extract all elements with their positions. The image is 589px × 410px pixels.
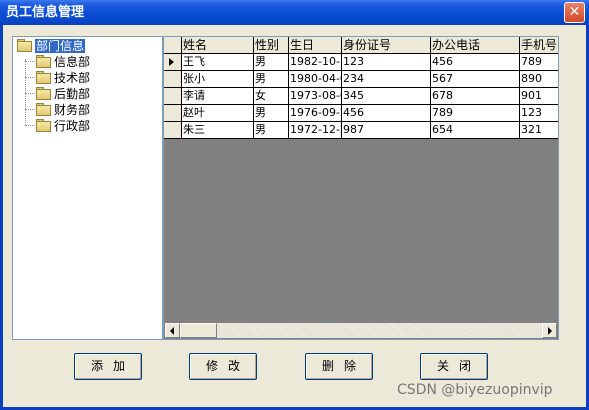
cell-id-number[interactable]: 234 — [342, 71, 431, 88]
folder-icon — [35, 103, 51, 116]
cell-birthday[interactable]: 1980-04-0 — [289, 71, 342, 88]
cell-mobile[interactable]: 901 — [520, 88, 558, 105]
cell-id-number[interactable]: 123 — [342, 54, 431, 71]
cell-gender[interactable]: 女 — [254, 88, 289, 105]
cell-mobile[interactable]: 789 — [520, 54, 558, 71]
tree-item-logistics-dept[interactable]: 后勤部 — [35, 86, 90, 102]
tree-item-admin-dept[interactable]: 行政部 — [35, 118, 90, 134]
cell-birthday[interactable]: 1982-10-1 — [289, 54, 342, 71]
cell-id-number[interactable]: 456 — [342, 105, 431, 122]
column-header-birthday[interactable]: 生日 — [289, 37, 342, 54]
tree-item-root[interactable]: 部门信息 — [16, 38, 86, 54]
scroll-right-arrow-icon[interactable] — [542, 323, 557, 338]
current-row-arrow-icon — [169, 58, 174, 66]
tree-item-tech-dept[interactable]: 技术部 — [35, 70, 90, 86]
employee-grid[interactable]: 姓名 性别 生日 身份证号 办公电话 手机号 王飞 男 1982-10-1 12… — [163, 36, 559, 340]
row-selector[interactable] — [164, 54, 182, 71]
cell-mobile[interactable]: 123 — [520, 105, 558, 122]
row-selector[interactable] — [164, 71, 182, 88]
cell-name[interactable]: 赵叶 — [182, 105, 254, 122]
folder-open-icon — [16, 39, 32, 52]
column-header-office-phone[interactable]: 办公电话 — [431, 37, 520, 54]
main-window: 员工信息管理 ✕ 部门信息 信息部 技术部 后勤部 财务部 行政部 姓名 性别 … — [0, 0, 589, 410]
row-selector[interactable] — [164, 122, 182, 139]
column-header-mobile[interactable]: 手机号 — [520, 37, 558, 54]
window-title: 员工信息管理 — [6, 5, 85, 20]
cell-id-number[interactable]: 987 — [342, 122, 431, 139]
cell-mobile[interactable]: 890 — [520, 71, 558, 88]
row-selector[interactable] — [164, 105, 182, 122]
title-bar[interactable]: 员工信息管理 ✕ — [0, 0, 589, 25]
cell-birthday[interactable]: 1976-09-2 — [289, 105, 342, 122]
cell-id-number[interactable]: 345 — [342, 88, 431, 105]
cell-birthday[interactable]: 1973-08-0 — [289, 88, 342, 105]
tree-item-finance-dept[interactable]: 财务部 — [35, 102, 90, 118]
folder-icon — [35, 87, 51, 100]
cell-birthday[interactable]: 1972-12-2 — [289, 122, 342, 139]
cell-name[interactable]: 王飞 — [182, 54, 254, 71]
cell-mobile[interactable]: 321 — [520, 122, 558, 139]
close-window-button[interactable]: ✕ — [564, 2, 585, 23]
delete-button[interactable]: 删除 — [305, 353, 373, 380]
edit-button[interactable]: 修改 — [189, 353, 257, 380]
cell-office-phone[interactable]: 456 — [431, 54, 520, 71]
folder-icon — [35, 71, 51, 84]
cell-name[interactable]: 张小 — [182, 71, 254, 88]
tree-item-info-dept[interactable]: 信息部 — [35, 54, 90, 70]
cell-gender[interactable]: 男 — [254, 105, 289, 122]
add-button[interactable]: 添加 — [74, 353, 142, 380]
folder-icon — [35, 119, 51, 132]
cell-gender[interactable]: 男 — [254, 54, 289, 71]
cell-office-phone[interactable]: 678 — [431, 88, 520, 105]
cell-gender[interactable]: 男 — [254, 71, 289, 88]
cell-office-phone[interactable]: 789 — [431, 105, 520, 122]
cell-name[interactable]: 朱三 — [182, 122, 254, 139]
row-header-corner — [164, 37, 182, 54]
cell-office-phone[interactable]: 654 — [431, 122, 520, 139]
folder-icon — [35, 55, 51, 68]
cell-office-phone[interactable]: 567 — [431, 71, 520, 88]
watermark: CSDN @biyezuopinvip — [397, 382, 553, 398]
column-header-gender[interactable]: 性别 — [254, 37, 289, 54]
row-selector[interactable] — [164, 88, 182, 105]
scroll-left-arrow-icon[interactable] — [165, 323, 180, 338]
close-button[interactable]: 关闭 — [420, 353, 488, 380]
column-header-name[interactable]: 姓名 — [182, 37, 254, 54]
department-tree[interactable]: 部门信息 信息部 技术部 后勤部 财务部 行政部 — [12, 36, 163, 340]
cell-name[interactable]: 李请 — [182, 88, 254, 105]
horizontal-scrollbar[interactable] — [165, 323, 557, 338]
scroll-thumb[interactable] — [180, 323, 217, 338]
cell-gender[interactable]: 男 — [254, 122, 289, 139]
column-header-id-number[interactable]: 身份证号 — [342, 37, 431, 54]
